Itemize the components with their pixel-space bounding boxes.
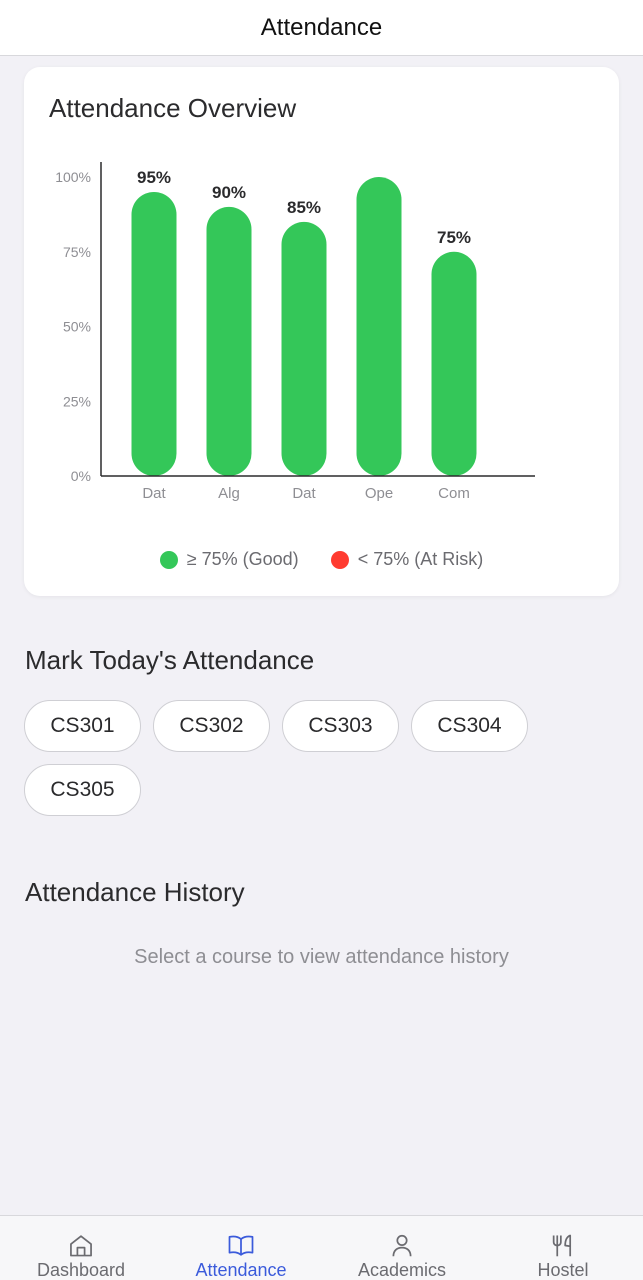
y-tick-label: 25%	[63, 393, 91, 409]
legend-at-risk-dot	[330, 550, 349, 569]
tab-attendance-label: Attendance	[195, 1260, 287, 1280]
legend-at-risk-label: < 75% (At Risk)	[357, 549, 484, 569]
tab-academics-label: Academics	[357, 1260, 447, 1280]
legend-at-risk: < 75% (At Risk)	[330, 549, 484, 570]
attendance-overview-card: Attendance Overview 0% 25% 50% 75% 100% 95% Da…	[24, 67, 619, 596]
attendance-bar	[356, 177, 402, 476]
bar-value-label: 85%	[287, 198, 321, 217]
x-tick-label: Dat	[292, 485, 316, 502]
tab-academics[interactable]: Academics	[322, 1216, 482, 1280]
fork-knife-icon	[552, 1234, 572, 1257]
course-chip-list: CS301 CS302 CS303 CS304 CS305	[24, 700, 544, 816]
legend-good: ≥ 75% (Good)	[159, 549, 299, 570]
chart-legend: ≥ 75% (Good) < 75% (At Risk)	[24, 549, 619, 570]
y-tick-label: 75%	[63, 244, 91, 260]
y-tick-label: 0%	[71, 468, 91, 484]
tab-dashboard[interactable]: Dashboard	[1, 1216, 161, 1280]
tab-hostel-label: Hostel	[537, 1260, 589, 1280]
course-chip-cs302[interactable]: CS302	[153, 700, 270, 752]
course-chip-cs304[interactable]: CS304	[411, 700, 528, 752]
bottom-tab-bar: Dashboard Attendance Academics Hostel	[0, 1215, 643, 1280]
x-tick-label: Alg	[218, 485, 240, 502]
tab-dashboard-label: Dashboard	[36, 1260, 126, 1280]
attendance-bar	[131, 191, 177, 476]
attendance-bar	[431, 251, 477, 476]
attendance-bar-chart: 0% 25% 50% 75% 100% 95% Dat 90% Alg 85% Dat Ope 75% C…	[55, 162, 535, 502]
y-tick-label: 50%	[63, 319, 91, 335]
legend-good-label: ≥ 75% (Good)	[186, 549, 299, 569]
tab-attendance[interactable]: Attendance	[161, 1216, 321, 1280]
mark-attendance-title: Mark Today's Attendance	[25, 645, 315, 675]
x-tick-label: Com	[438, 485, 470, 502]
attendance-history-title: Attendance History	[25, 877, 245, 907]
x-tick-label: Dat	[142, 485, 166, 502]
home-icon	[70, 1235, 92, 1257]
legend-good-dot	[159, 550, 178, 569]
x-tick-label: Ope	[365, 485, 393, 502]
history-empty-message: Select a course to view attendance histo…	[134, 946, 509, 968]
person-icon	[392, 1234, 412, 1257]
bar-value-label: 95%	[137, 168, 171, 187]
y-tick-label: 100%	[55, 169, 91, 185]
bar-value-label: 90%	[212, 183, 246, 202]
attendance-bar	[206, 206, 252, 476]
bar-value-label: 75%	[437, 228, 471, 247]
course-chip-cs303[interactable]: CS303	[282, 700, 399, 752]
attendance-bar	[281, 221, 327, 476]
book-icon	[228, 1235, 254, 1256]
course-chip-cs305[interactable]: CS305	[24, 764, 141, 816]
course-chip-cs301[interactable]: CS301	[24, 700, 141, 752]
app-header: Attendance	[0, 0, 643, 56]
page-title: Attendance	[260, 13, 383, 41]
tab-hostel[interactable]: Hostel	[483, 1216, 643, 1280]
